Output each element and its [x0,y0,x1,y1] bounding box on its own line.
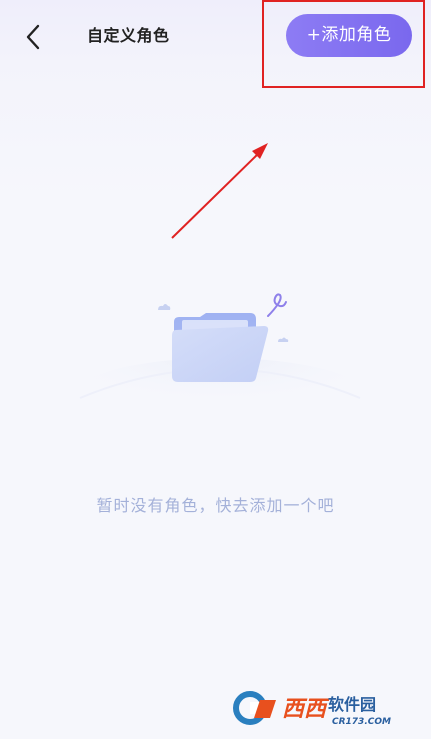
svg-text:CR173.COM: CR173.COM [332,717,391,727]
cr173-logo: 西西 软件园 CR173.COM [233,691,391,727]
svg-text:西西: 西西 [282,697,330,722]
cloud-icon [278,337,289,342]
empty-folder-illustration [70,293,370,430]
annotation-arrow-icon [171,143,268,239]
folder-icon [172,313,269,382]
squiggle-decoration-icon [267,293,287,317]
cloud-icon [158,304,171,310]
empty-state-message: 暂时没有角色，快去添加一个吧 [96,496,335,515]
svg-text:软件园: 软件园 [328,695,376,714]
